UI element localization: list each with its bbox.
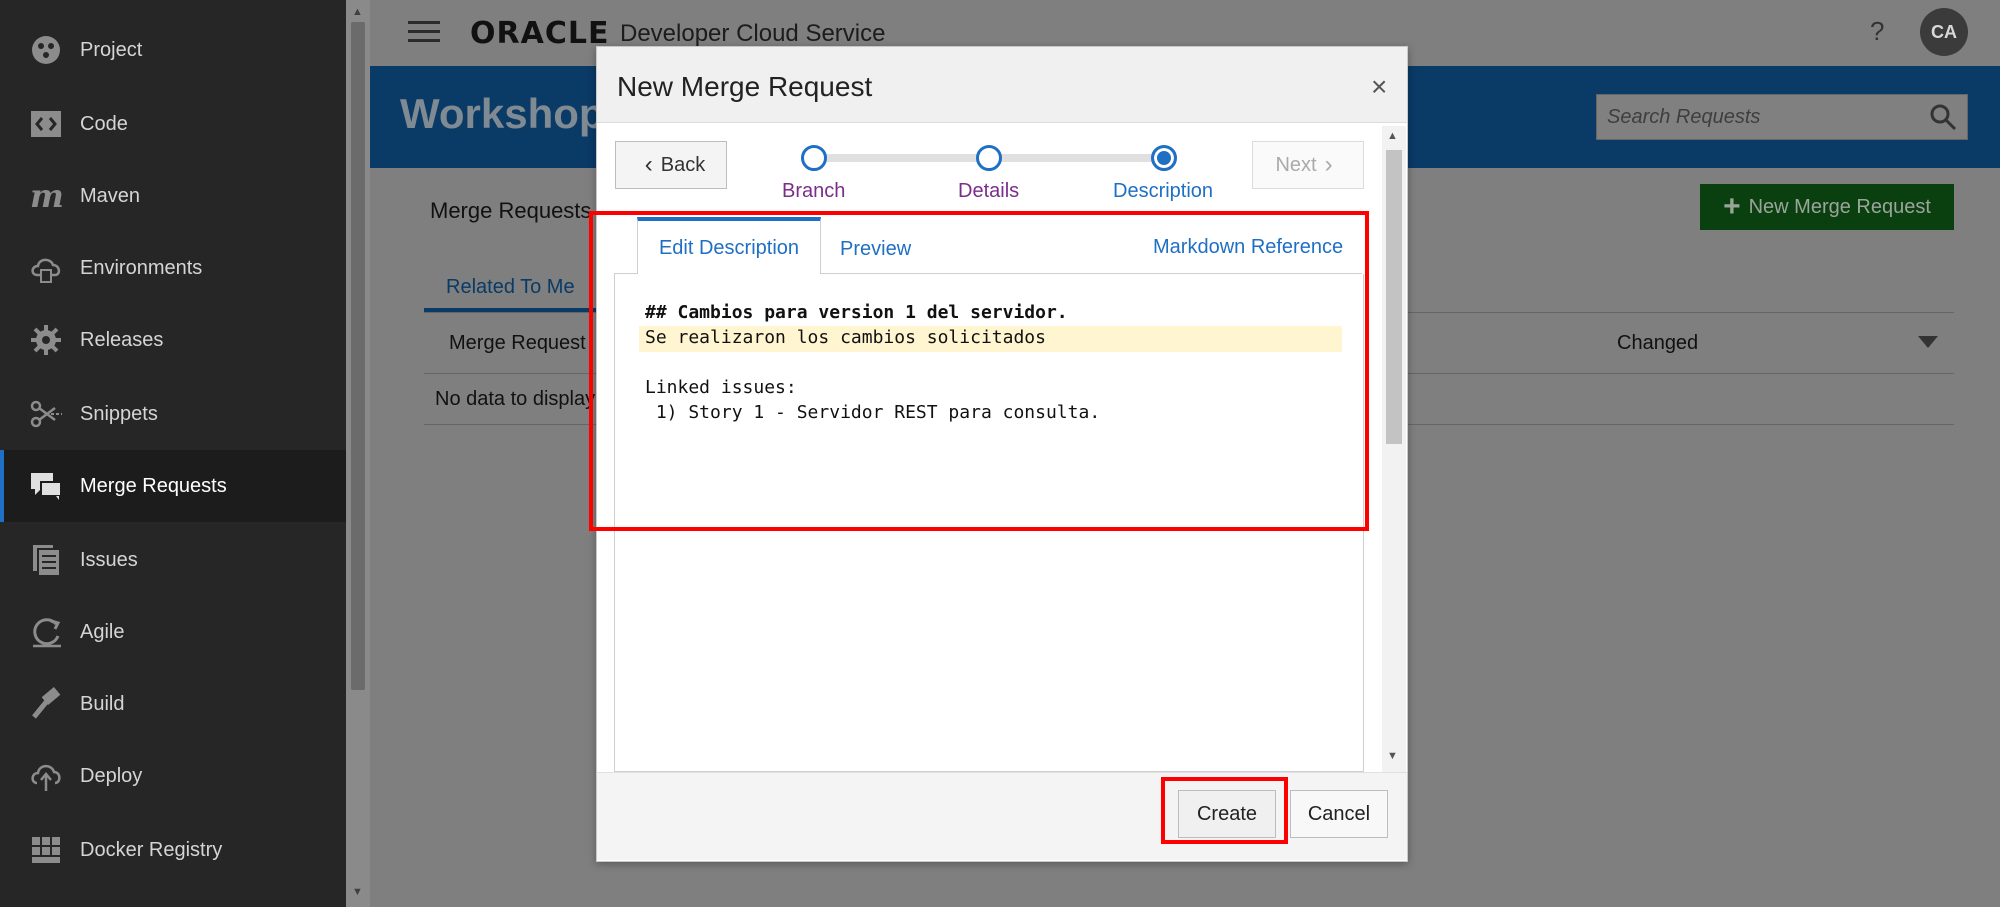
sidebar-item-project[interactable]: Project <box>0 14 346 86</box>
train-stop-details[interactable] <box>976 145 1002 171</box>
back-label: Back <box>660 153 706 176</box>
tab-related-to-me[interactable]: Related To Me <box>424 266 602 312</box>
agile-icon <box>28 614 64 650</box>
search-input[interactable] <box>1597 95 1897 139</box>
markdown-reference-link[interactable]: Markdown Reference <box>1153 236 1343 259</box>
sidebar-item-label: Releases <box>80 328 164 351</box>
sidebar-item-label: Code <box>80 112 128 135</box>
page-title: Workshop <box>400 90 605 137</box>
column-header-changed[interactable]: Changed <box>1617 332 1698 355</box>
sidebar-item-agile[interactable]: Agile <box>0 596 346 668</box>
cancel-button[interactable]: Cancel <box>1290 790 1388 838</box>
train-stop-branch[interactable] <box>801 145 827 171</box>
next-button[interactable]: Next › <box>1252 141 1364 189</box>
dialog-footer <box>597 772 1407 860</box>
editor-line: 1) Story 1 - Servidor REST para consulta… <box>645 402 1101 423</box>
sidebar-item-label: Merge Requests <box>80 474 227 497</box>
sidebar-item-label: Maven <box>80 184 141 207</box>
maven-icon: m <box>28 178 64 214</box>
editor-line: Linked issues: <box>645 377 797 398</box>
empty-table-message: No data to display <box>435 388 596 410</box>
code-icon <box>28 106 64 142</box>
sidebar-item-docker-registry[interactable]: Docker Registry <box>0 814 346 886</box>
editor-line: Se realizaron los cambios solicitados <box>645 327 1046 348</box>
description-editor[interactable]: ## Cambios para version 1 del servidor. … <box>614 274 1364 772</box>
tab-preview[interactable]: Preview <box>840 238 911 261</box>
plus-icon: + <box>1723 190 1741 223</box>
sidebar-nav: Project Code m Maven Environments Releas… <box>0 0 346 907</box>
avatar[interactable]: CA <box>1920 8 1968 56</box>
sidebar-item-label: Build <box>80 692 125 715</box>
sidebar-item-label: Issues <box>80 548 138 571</box>
sidebar-item-deploy[interactable]: Deploy <box>0 740 346 812</box>
sidebar-item-environments[interactable]: Environments <box>0 232 346 304</box>
sidebar-item-label: Docker Registry <box>80 838 223 861</box>
hamburger-menu-icon[interactable] <box>408 21 440 45</box>
sidebar-item-snippets[interactable]: Snippets <box>0 378 346 450</box>
oracle-logo: ORACLE <box>470 16 610 51</box>
search-box <box>1596 94 1968 140</box>
new-merge-request-button[interactable]: + New Merge Request <box>1700 184 1954 230</box>
environments-icon <box>28 250 64 286</box>
new-merge-request-label: New Merge Request <box>1748 195 1931 218</box>
snippets-icon <box>28 396 64 432</box>
dialog-scrollbar-thumb[interactable] <box>1386 150 1402 444</box>
create-button[interactable]: Create <box>1178 790 1276 838</box>
train-label-branch[interactable]: Branch <box>782 180 845 203</box>
docker-registry-icon <box>28 832 64 868</box>
train-label-description[interactable]: Description <box>1113 180 1213 203</box>
sidebar-item-label: Project <box>80 38 143 61</box>
sort-dropdown-icon[interactable] <box>1918 336 1938 348</box>
releases-icon <box>28 322 64 358</box>
sidebar-item-label: Environments <box>80 256 203 279</box>
sidebar-item-label: Snippets <box>80 402 158 425</box>
sidebar-scrollbar-thumb[interactable] <box>351 22 365 690</box>
next-label: Next <box>1275 153 1317 176</box>
scroll-up-arrow-icon[interactable]: ▲ <box>352 6 363 18</box>
dialog-header: New Merge Request × <box>597 47 1407 123</box>
merge-requests-heading: Merge Requests <box>430 198 592 223</box>
chevron-right-icon: › <box>1324 151 1333 178</box>
train-stop-description[interactable] <box>1151 145 1177 171</box>
column-header-merge-request[interactable]: Merge Request <box>449 332 586 355</box>
sidebar-item-releases[interactable]: Releases <box>0 304 346 376</box>
dialog-scroll-down-icon[interactable]: ▼ <box>1387 750 1398 762</box>
scroll-down-arrow-icon[interactable]: ▼ <box>352 886 363 898</box>
merge-requests-icon <box>28 468 64 504</box>
sidebar-item-merge-requests[interactable]: Merge Requests <box>0 450 346 522</box>
svg-text:m: m <box>30 179 63 213</box>
back-button[interactable]: ‹ Back <box>615 141 727 189</box>
sidebar-item-issues[interactable]: Issues <box>0 524 346 596</box>
sidebar-item-code[interactable]: Code <box>0 88 346 160</box>
sidebar-item-label: Deploy <box>80 764 143 787</box>
project-icon <box>28 32 64 68</box>
editor-line: ## Cambios para version 1 del servidor. <box>645 302 1068 323</box>
deploy-icon <box>28 758 64 794</box>
help-icon[interactable]: ? <box>1870 16 1884 47</box>
search-icon[interactable] <box>1929 103 1957 131</box>
dialog-scroll-up-icon[interactable]: ▲ <box>1387 130 1398 142</box>
sidebar-item-label: Agile <box>80 620 125 643</box>
product-name: Developer Cloud Service <box>620 20 886 47</box>
train-label-details[interactable]: Details <box>958 180 1019 203</box>
chevron-left-icon: ‹ <box>644 151 653 178</box>
sidebar-item-maven[interactable]: m Maven <box>0 160 346 232</box>
build-icon <box>28 686 64 722</box>
sidebar-item-build[interactable]: Build <box>0 668 346 740</box>
tab-edit-description[interactable]: Edit Description <box>637 217 821 275</box>
issues-icon <box>28 542 64 578</box>
close-icon[interactable]: × <box>1371 71 1387 103</box>
dialog-title: New Merge Request <box>617 71 873 102</box>
